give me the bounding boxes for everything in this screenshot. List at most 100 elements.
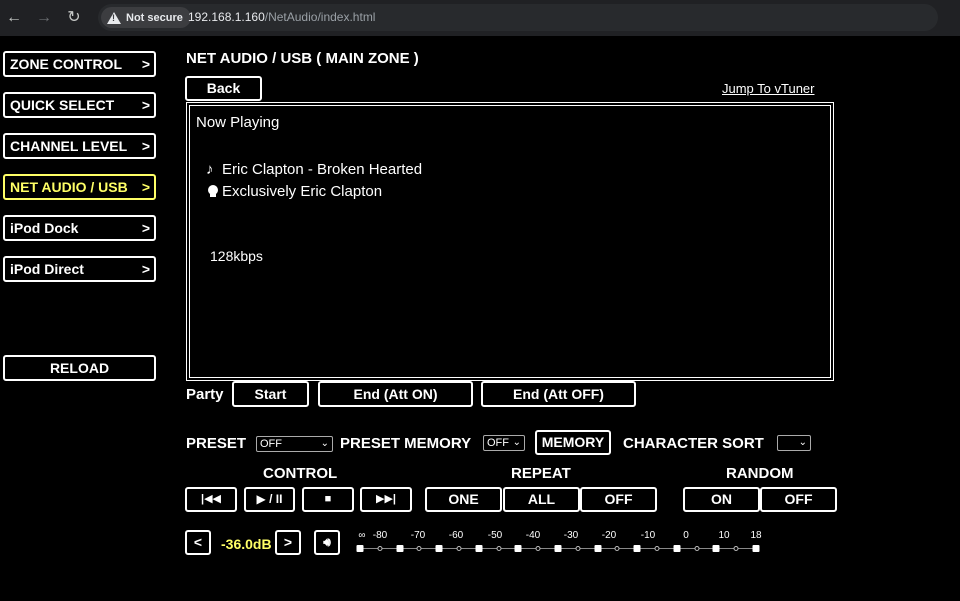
back-arrow-icon[interactable]: ← (4, 8, 24, 28)
sidebar-item-quick-select[interactable]: QUICK SELECT > (3, 92, 156, 118)
volume-step-marker[interactable] (496, 546, 502, 551)
sidebar-item-label: NET AUDIO / USB (10, 179, 128, 195)
play-pause-icon: ▶ / II (256, 492, 283, 506)
party-label: Party (186, 386, 224, 403)
volume-value: -36.0dB (221, 536, 272, 552)
album-icon (206, 184, 222, 199)
preset-memory-label: PRESET MEMORY (340, 435, 472, 452)
volume-step-marker[interactable] (614, 546, 620, 551)
album-line: Exclusively Eric Clapton (206, 183, 382, 200)
chevron-right-icon: > (141, 220, 150, 236)
volume-step-marker[interactable] (733, 546, 739, 551)
character-sort-label: CHARACTER SORT (623, 435, 764, 452)
preset-memory-select-value: OFF (487, 437, 509, 449)
repeat-one-button[interactable]: ONE (425, 487, 502, 512)
url-host: 192.168.1.160 (188, 10, 265, 24)
volume-step-marker[interactable] (396, 545, 404, 552)
album-title: Exclusively Eric Clapton (222, 183, 383, 200)
security-label: Not secure (126, 11, 183, 24)
url-text: 192.168.1.160/NetAudio/index.html (188, 10, 375, 24)
volume-step-marker[interactable] (712, 545, 720, 552)
reload-icon[interactable]: ↻ (64, 8, 84, 28)
volume-step-marker[interactable] (535, 546, 541, 551)
chevron-right-icon: > (141, 138, 150, 154)
volume-step-marker[interactable] (594, 545, 602, 552)
sidebar-item-zone-control[interactable]: ZONE CONTROL > (3, 51, 156, 77)
volume-scale-label: -50 (487, 530, 503, 541)
chevron-right-icon: > (141, 261, 150, 277)
memory-button[interactable]: MEMORY (535, 430, 611, 455)
sidebar-item-label: iPod Direct (10, 261, 84, 277)
random-on-button[interactable]: ON (683, 487, 760, 512)
volume-step-marker[interactable] (416, 546, 422, 551)
volume-step-marker[interactable] (633, 545, 641, 552)
volume-step-marker[interactable] (575, 546, 581, 551)
volume-scale-label: -80 (372, 530, 388, 541)
volume-step-marker[interactable] (435, 545, 443, 552)
volume-step-marker[interactable] (654, 546, 660, 551)
volume-scale-label: 0 (683, 530, 689, 541)
volume-step-marker[interactable] (514, 545, 522, 552)
random-off-button[interactable]: OFF (760, 487, 837, 512)
track-line: ♪ Eric Clapton - Broken Hearted (206, 161, 422, 178)
chevron-down-icon: ⌄ (320, 438, 329, 449)
party-start-button[interactable]: Start (232, 381, 309, 407)
reload-button[interactable]: RELOAD (3, 355, 156, 381)
volume-step-marker[interactable] (475, 545, 483, 552)
preset-select[interactable]: OFF ⌄ (256, 436, 333, 452)
party-end-att-off-button[interactable]: End (Att OFF) (481, 381, 636, 407)
sidebar-item-ipod-dock[interactable]: iPod Dock > (3, 215, 156, 241)
music-note-icon: ♪ (206, 161, 214, 178)
sidebar-item-label: ZONE CONTROL (10, 56, 122, 72)
sidebar-item-label: QUICK SELECT (10, 97, 115, 113)
chevron-right-icon: > (141, 56, 150, 72)
volume-step-marker[interactable] (456, 546, 462, 551)
volume-scale-label: -20 (601, 530, 617, 541)
repeat-all-button[interactable]: ALL (503, 487, 580, 512)
volume-up-button[interactable]: > (275, 530, 301, 555)
party-end-att-on-button[interactable]: End (Att ON) (318, 381, 473, 407)
track-title: Eric Clapton - Broken Hearted (222, 161, 423, 178)
volume-step-marker[interactable] (673, 545, 681, 552)
sidebar-item-net-audio-usb[interactable]: NET AUDIO / USB > (3, 174, 156, 200)
chevron-right-icon: > (141, 179, 150, 195)
sidebar-item-channel-level[interactable]: CHANNEL LEVEL > (3, 133, 156, 159)
preset-memory-select[interactable]: OFF ⌄ (483, 435, 525, 451)
mute-button[interactable]: 🔊︎ (314, 530, 340, 555)
page-title: NET AUDIO / USB ( MAIN ZONE ) (186, 50, 419, 67)
now-playing-panel (186, 102, 834, 381)
volume-down-button[interactable]: < (185, 530, 211, 555)
volume-step-marker[interactable] (356, 545, 364, 552)
volume-scale-label: -40 (525, 530, 541, 541)
bitrate: 128kbps (210, 248, 263, 264)
sidebar-item-label: CHANNEL LEVEL (10, 138, 128, 154)
browser-toolbar: ← → ↻ Not secure 192.168.1.160/NetAudio/… (0, 0, 960, 36)
next-track-button[interactable]: ▶▶| (360, 487, 412, 512)
forward-arrow-icon[interactable]: → (34, 8, 54, 28)
volume-scale-label: -70 (410, 530, 426, 541)
next-track-icon: ▶▶| (376, 493, 396, 505)
volume-step-marker[interactable] (694, 546, 700, 551)
sidebar-item-ipod-direct[interactable]: iPod Direct > (3, 256, 156, 282)
volume-step-marker[interactable] (554, 545, 562, 552)
volume-scale-label: 18 (750, 530, 762, 541)
volume-step-marker[interactable] (752, 545, 760, 552)
jump-to-vtuner-link[interactable]: Jump To vTuner (722, 81, 815, 96)
volume-step-marker[interactable] (377, 546, 383, 551)
previous-track-button[interactable]: |◀◀ (185, 487, 237, 512)
stop-button[interactable]: ■ (302, 487, 354, 512)
volume-scale-label: ∞ (358, 530, 366, 541)
repeat-label: REPEAT (511, 465, 571, 482)
play-pause-button[interactable]: ▶ / II (244, 487, 295, 512)
previous-track-icon: |◀◀ (201, 493, 221, 505)
speaker-icon: 🔊︎ (323, 535, 331, 549)
chevron-down-icon: ⌄ (512, 437, 521, 448)
character-sort-select[interactable]: ⌄ (777, 435, 811, 451)
volume-scale-label: 10 (718, 530, 730, 541)
control-label: CONTROL (263, 465, 338, 482)
volume-scale-label: -30 (563, 530, 579, 541)
address-bar[interactable]: Not secure 192.168.1.160/NetAudio/index.… (98, 4, 938, 31)
back-button[interactable]: Back (185, 76, 262, 101)
repeat-off-button[interactable]: OFF (580, 487, 657, 512)
security-chip[interactable]: Not secure (101, 7, 191, 28)
